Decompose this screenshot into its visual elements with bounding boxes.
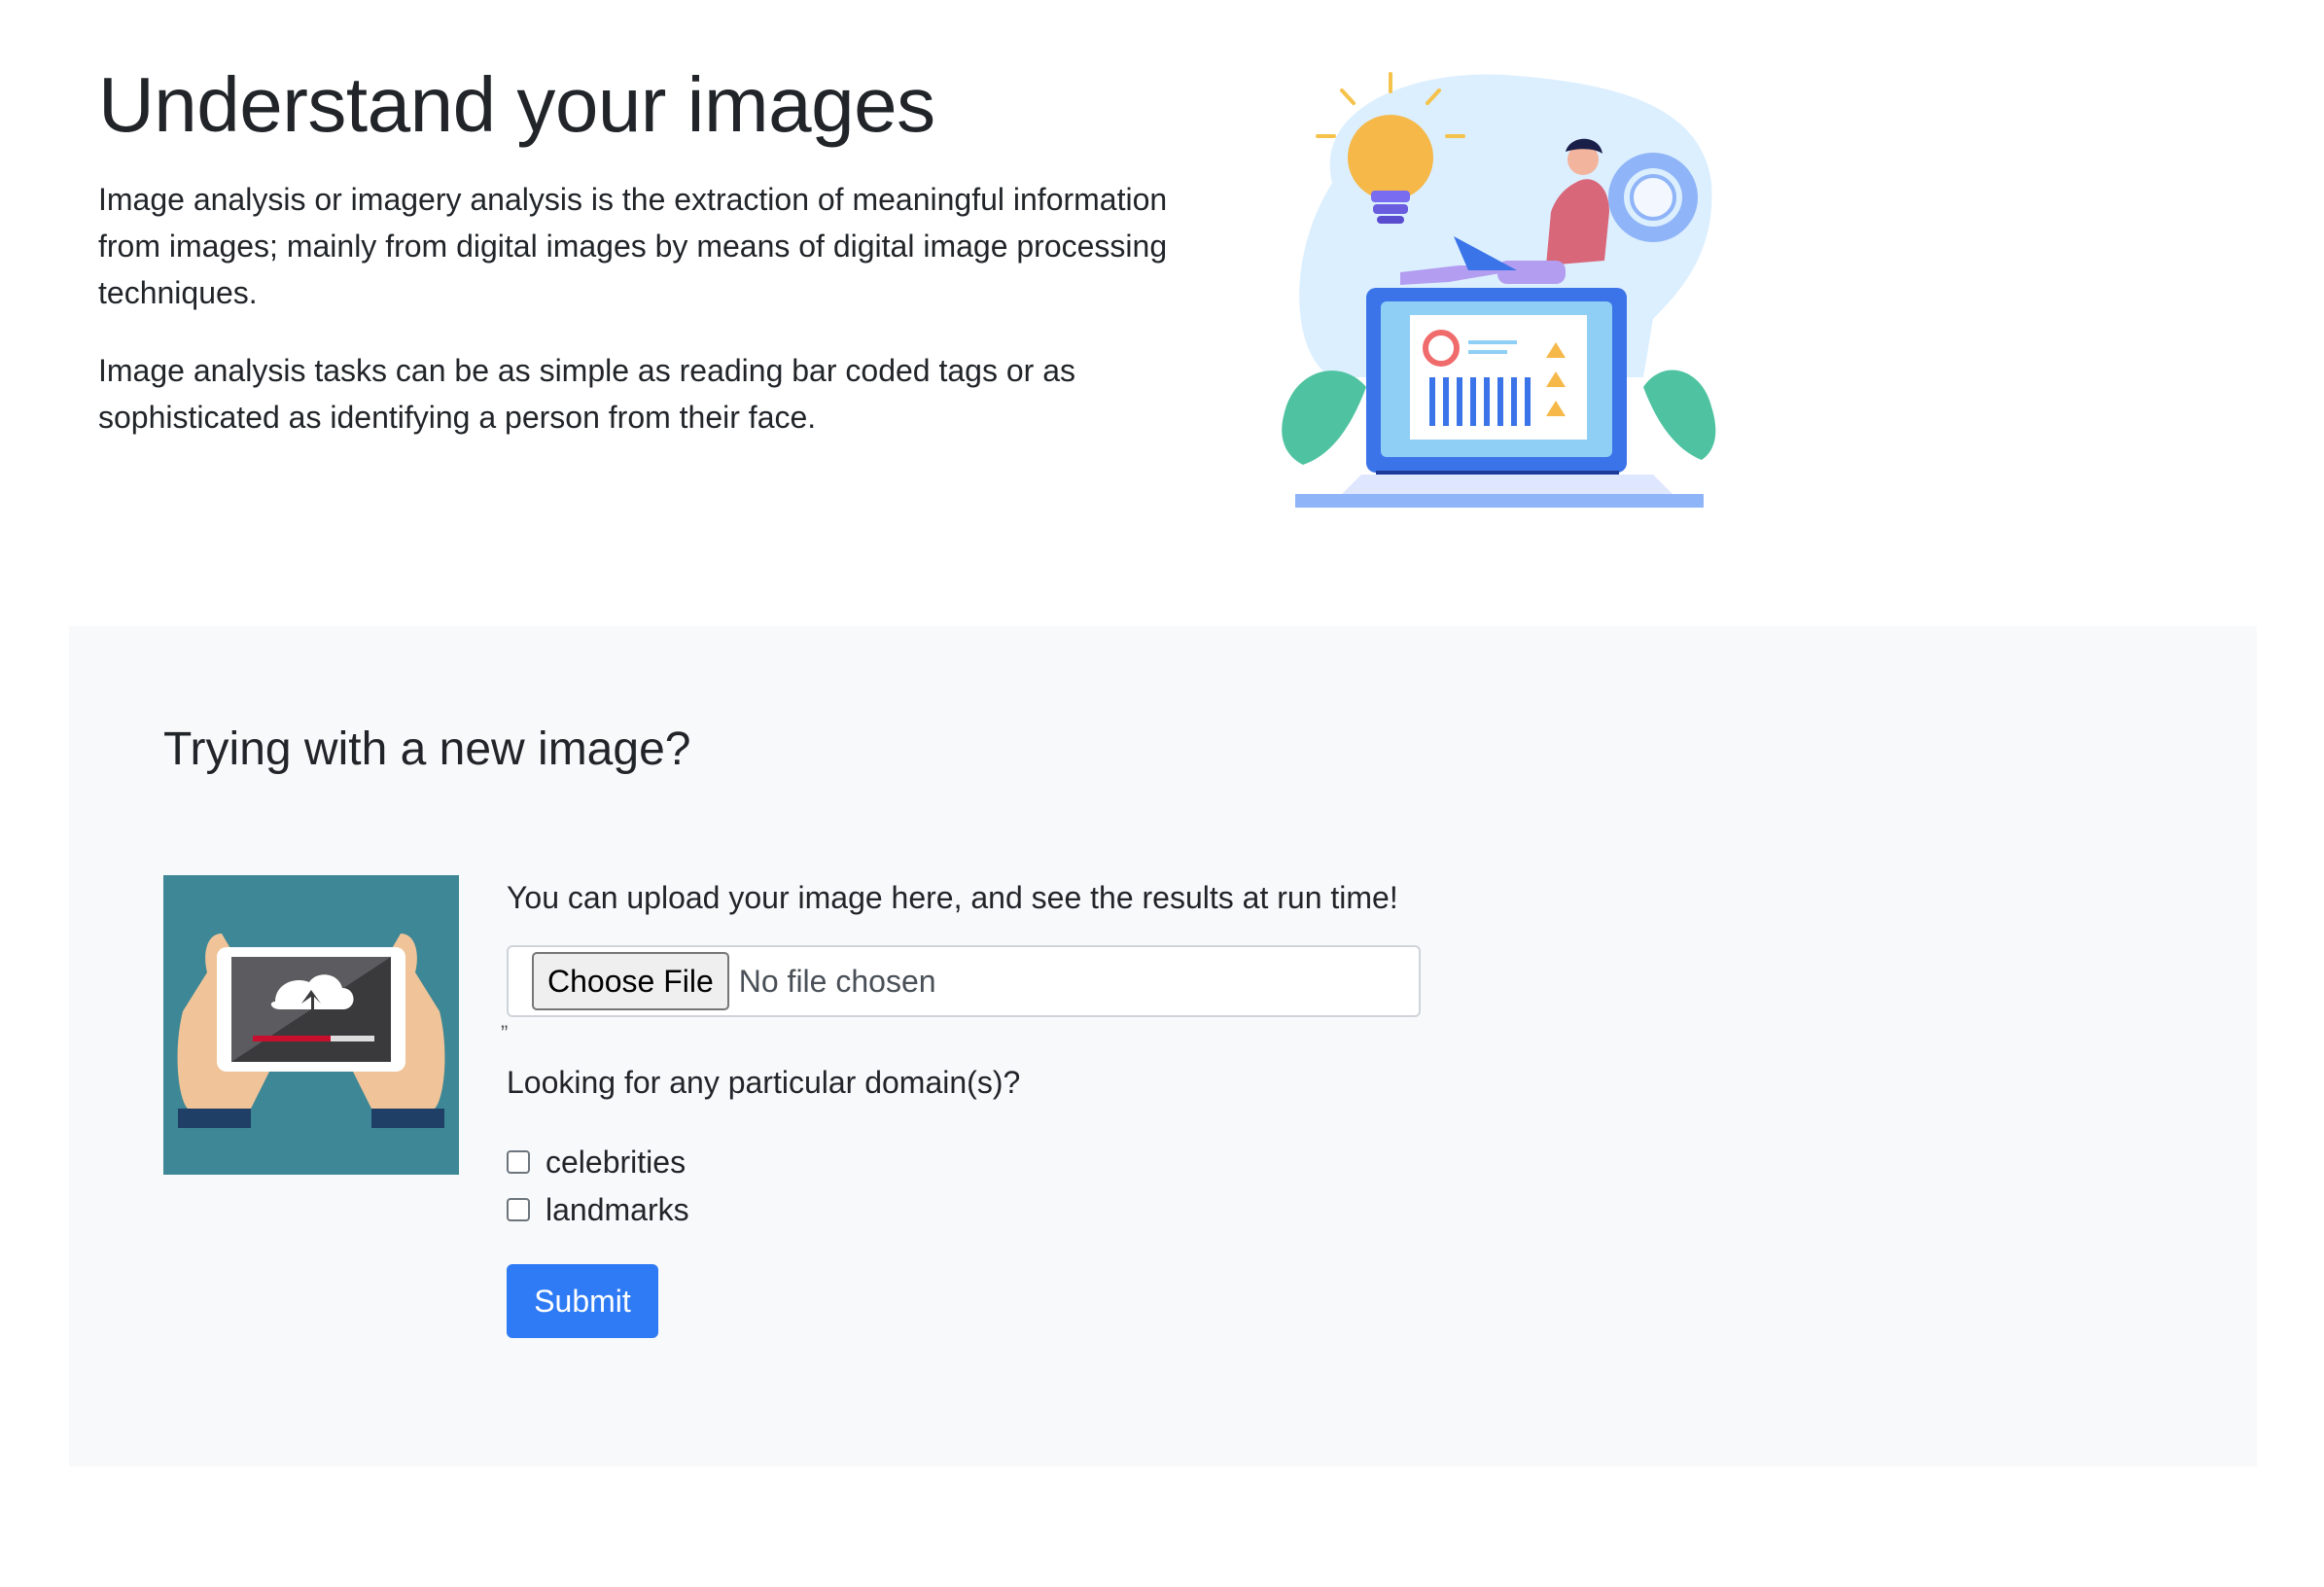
domain-option-celebrities[interactable]: celebrities bbox=[507, 1142, 686, 1182]
intro-paragraph: Image analysis or imagery analysis is th… bbox=[98, 182, 1168, 310]
panel-heading: Trying with a new image? bbox=[163, 723, 691, 775]
file-input[interactable]: Choose File No file chosen bbox=[507, 945, 1421, 1017]
choose-file-button[interactable]: Choose File bbox=[532, 952, 729, 1010]
analytics-illustration-icon bbox=[1282, 72, 1716, 508]
tablet-upload-illustration-icon bbox=[163, 875, 459, 1175]
domain-option-landmarks[interactable]: landmarks bbox=[507, 1189, 689, 1230]
upload-panel: Trying with a new image? You can upload … bbox=[69, 626, 2257, 1466]
tasks-paragraph: Image analysis tasks can be as simple as… bbox=[98, 353, 1075, 435]
resize-handle-icon[interactable]: ” bbox=[501, 1021, 508, 1046]
celebrities-label: celebrities bbox=[546, 1145, 687, 1180]
file-status-text: No file chosen bbox=[738, 963, 936, 999]
submit-button[interactable]: Submit bbox=[507, 1264, 658, 1338]
upload-instructions: You can upload your image here, and see … bbox=[507, 880, 1398, 915]
landmarks-checkbox[interactable] bbox=[507, 1198, 530, 1221]
upload-form: You can upload your image here, and see … bbox=[501, 877, 1440, 1338]
page-title: Understand your images bbox=[98, 61, 935, 148]
celebrities-checkbox[interactable] bbox=[507, 1150, 530, 1174]
landmarks-label: landmarks bbox=[546, 1192, 689, 1227]
hero-section: Understand your images Image analysis or… bbox=[98, 58, 1216, 441]
domain-question: Looking for any particular domain(s)? bbox=[507, 1065, 1021, 1100]
